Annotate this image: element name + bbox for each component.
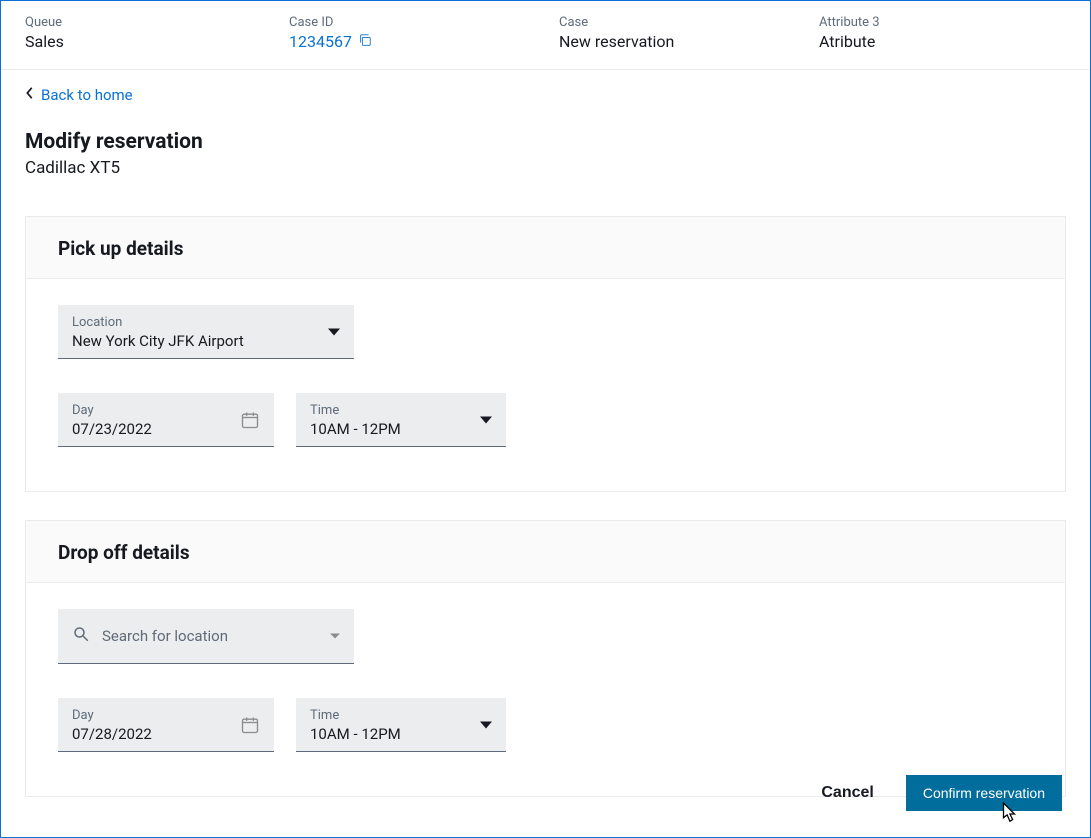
header-attr3-label: Attribute 3 xyxy=(819,15,1059,30)
header-case-id-label: Case ID xyxy=(289,15,559,30)
pickup-day-value: 07/23/2022 xyxy=(72,420,260,438)
pickup-day-label: Day xyxy=(72,403,260,418)
chevron-down-icon xyxy=(330,634,340,639)
dropoff-day-label: Day xyxy=(72,708,260,723)
dropoff-time-value: 10AM - 12PM xyxy=(310,725,492,743)
dropoff-day-input[interactable]: Day 07/28/2022 xyxy=(58,698,274,752)
dropoff-location-search[interactable]: Search for location xyxy=(58,609,354,664)
chevron-left-icon xyxy=(25,86,35,104)
header-attr3-value: Atribute xyxy=(819,32,1059,51)
header-case: Case New reservation xyxy=(559,15,819,51)
header-case-id: Case ID 1234567 xyxy=(289,15,559,51)
pickup-location-select[interactable]: Location New York City JFK Airport xyxy=(58,305,354,359)
pickup-day-input[interactable]: Day 07/23/2022 xyxy=(58,393,274,447)
dropoff-day-value: 07/28/2022 xyxy=(72,725,260,743)
dropoff-panel-header: Drop off details xyxy=(26,521,1065,583)
page-title: Modify reservation xyxy=(25,130,1066,154)
copy-icon[interactable] xyxy=(358,32,372,51)
pickup-time-select[interactable]: Time 10AM - 12PM xyxy=(296,393,506,447)
header-attr3: Attribute 3 Atribute xyxy=(819,15,1059,51)
header-queue: Queue Sales xyxy=(25,15,289,51)
pickup-location-value: New York City JFK Airport xyxy=(72,332,340,350)
footer-actions: Cancel Confirm reservation xyxy=(817,775,1062,811)
pickup-panel: Pick up details Location New York City J… xyxy=(25,216,1066,492)
pickup-time-value: 10AM - 12PM xyxy=(310,420,492,438)
back-to-home-link[interactable]: Back to home xyxy=(25,82,133,108)
dropoff-time-select[interactable]: Time 10AM - 12PM xyxy=(296,698,506,752)
cancel-button[interactable]: Cancel xyxy=(817,778,877,808)
header-case-id-value[interactable]: 1234567 xyxy=(289,32,559,51)
dropoff-location-placeholder: Search for location xyxy=(102,627,228,645)
dropoff-time-label: Time xyxy=(310,708,492,723)
header-case-label: Case xyxy=(559,15,819,30)
pickup-title: Pick up details xyxy=(58,237,1033,260)
header-queue-value: Sales xyxy=(25,32,289,51)
back-link-text: Back to home xyxy=(41,86,133,104)
confirm-reservation-button[interactable]: Confirm reservation xyxy=(906,775,1062,811)
page-subtitle: Cadillac XT5 xyxy=(25,158,1066,178)
search-icon xyxy=(72,625,90,647)
pickup-time-label: Time xyxy=(310,403,492,418)
case-id-link-text[interactable]: 1234567 xyxy=(289,32,352,51)
pickup-location-label: Location xyxy=(72,315,340,330)
case-header: Queue Sales Case ID 1234567 Case New res… xyxy=(1,1,1090,70)
header-case-value: New reservation xyxy=(559,32,819,51)
header-queue-label: Queue xyxy=(25,15,289,30)
pickup-panel-header: Pick up details xyxy=(26,217,1065,279)
dropoff-title: Drop off details xyxy=(58,541,1033,564)
dropoff-panel: Drop off details Search for location Day… xyxy=(25,520,1066,797)
